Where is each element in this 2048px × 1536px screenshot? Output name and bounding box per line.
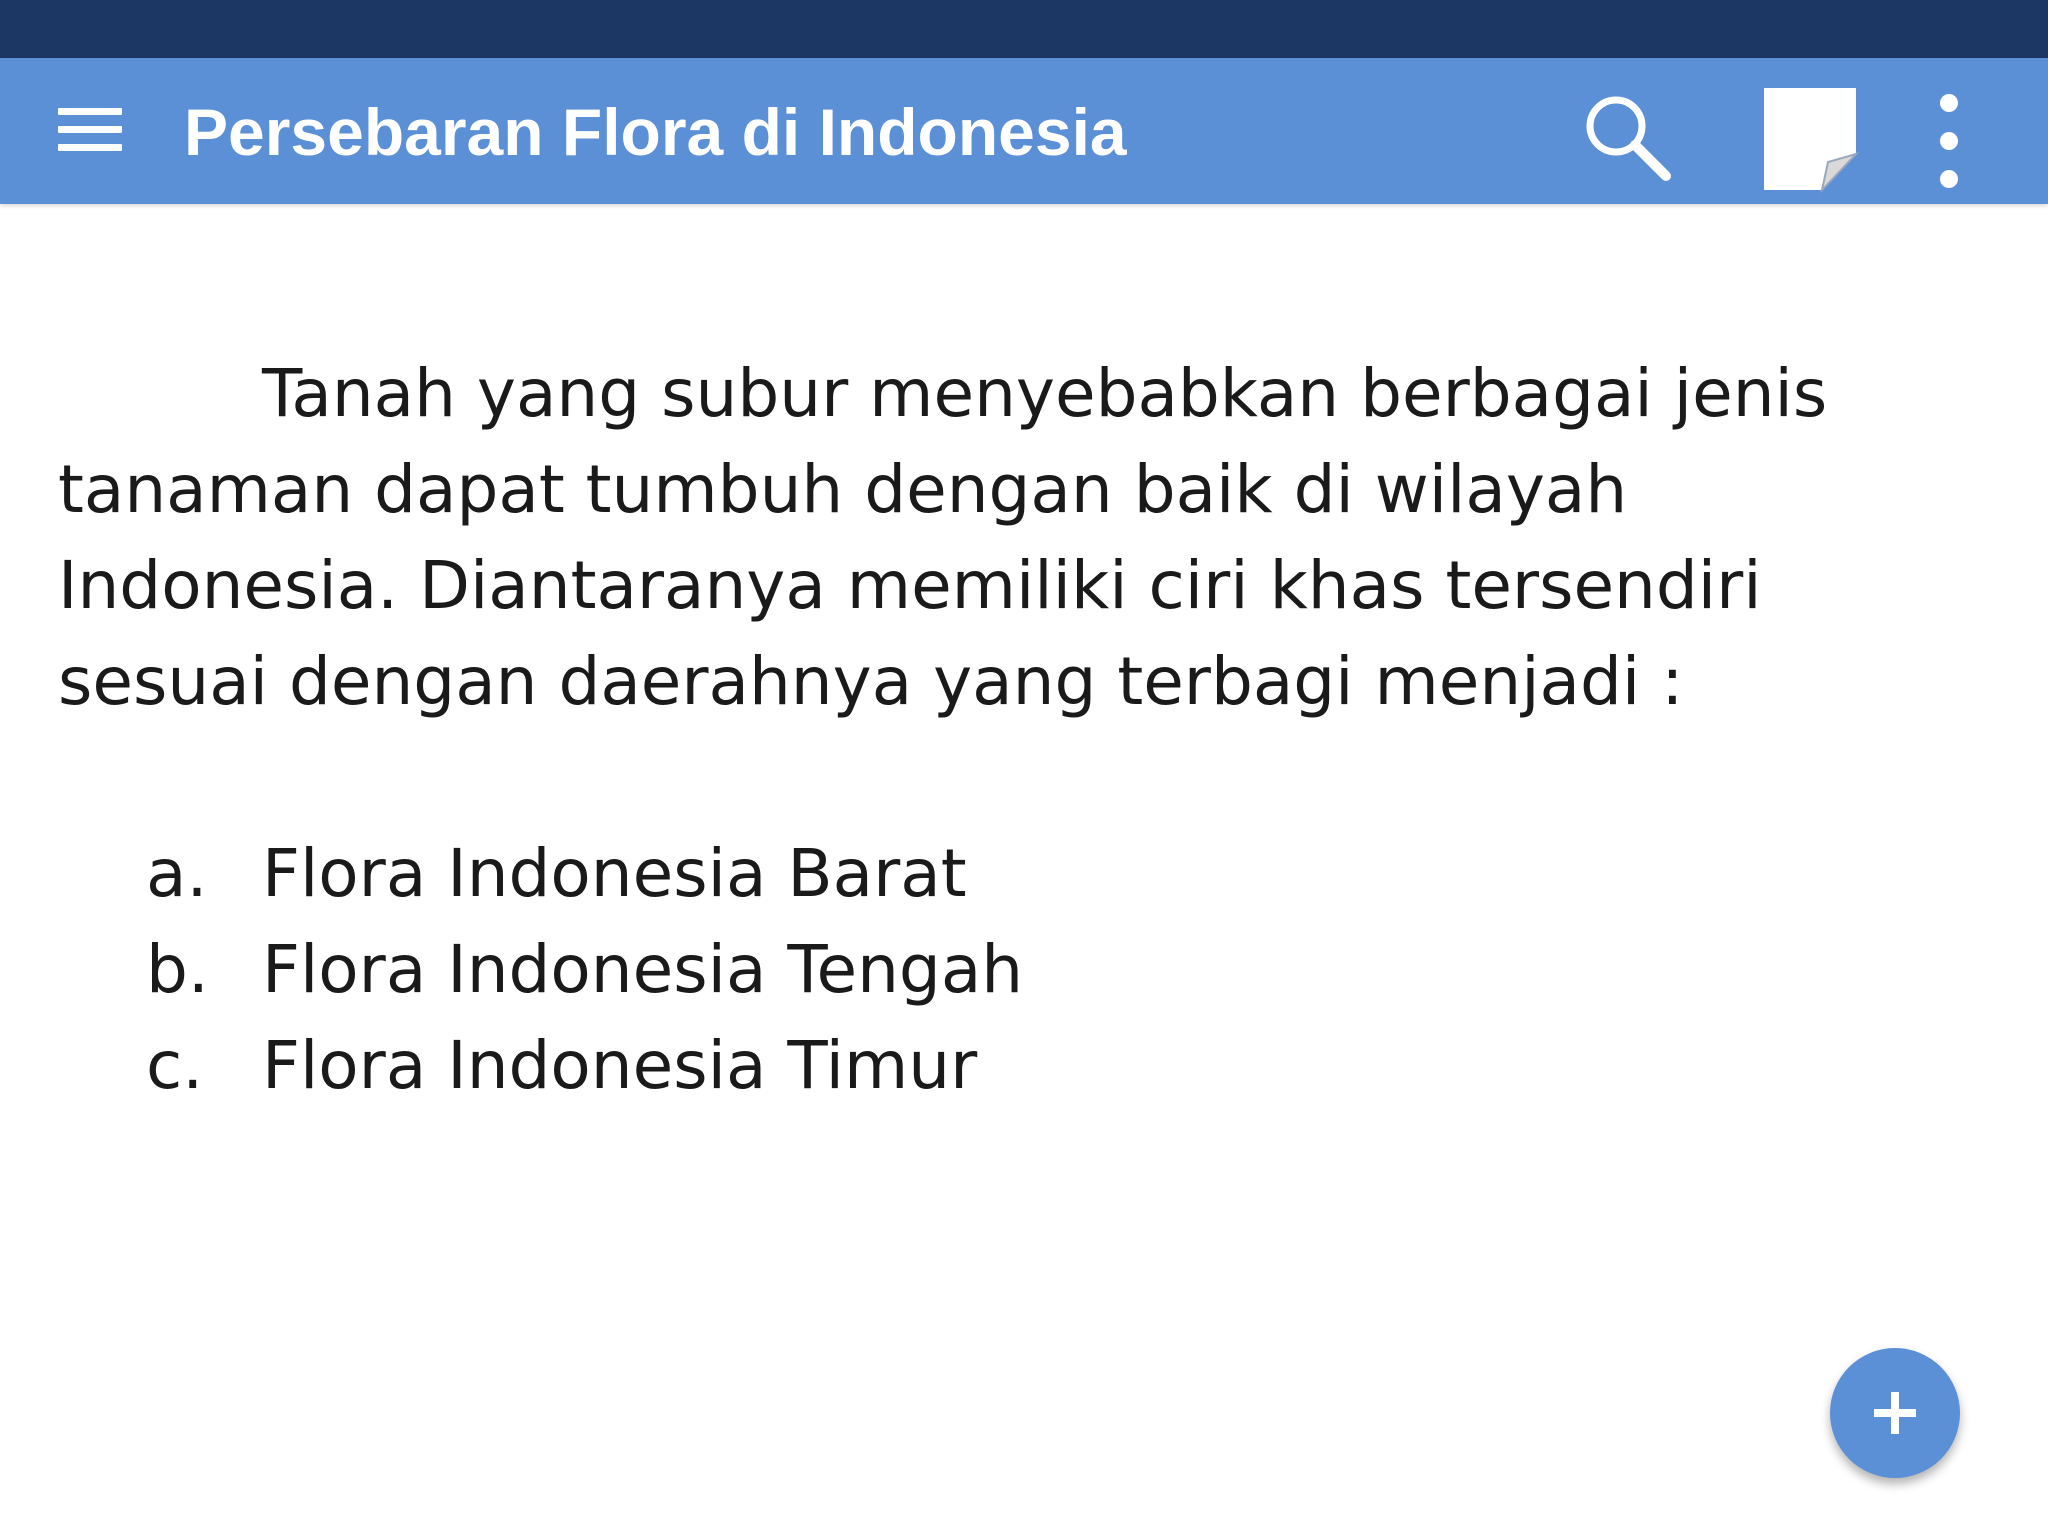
- app-bar: Persebaran Flora di Indonesia: [0, 58, 2048, 204]
- status-bar: [0, 0, 2048, 58]
- list-item-text: Flora Indonesia Barat: [262, 835, 967, 912]
- body-paragraph: Tanah yang subur menyebabkan berbagai je…: [58, 355, 1828, 720]
- list-item: a. Flora Indonesia Barat: [58, 826, 1988, 922]
- flora-list: a. Flora Indonesia Barat b. Flora Indone…: [58, 826, 1988, 1114]
- app-title: Persebaran Flora di Indonesia: [184, 95, 1127, 169]
- more-vert-icon[interactable]: [1914, 84, 1984, 200]
- list-item: c. Flora Indonesia Timur: [58, 1018, 1988, 1114]
- list-item-text: Flora Indonesia Timur: [262, 1027, 978, 1104]
- note-icon[interactable]: [1756, 78, 1866, 198]
- content-area: Tanah yang subur menyebabkan berbagai je…: [58, 346, 1988, 1114]
- list-marker: a.: [146, 835, 208, 912]
- list-marker: b.: [146, 931, 209, 1008]
- menu-icon[interactable]: [54, 106, 126, 160]
- plus-icon: [1874, 1392, 1916, 1434]
- add-fab-button[interactable]: [1830, 1348, 1960, 1478]
- list-item: b. Flora Indonesia Tengah: [58, 922, 1988, 1018]
- list-item-text: Flora Indonesia Tengah: [262, 931, 1024, 1008]
- search-icon[interactable]: [1576, 88, 1676, 188]
- list-marker: c.: [146, 1027, 204, 1104]
